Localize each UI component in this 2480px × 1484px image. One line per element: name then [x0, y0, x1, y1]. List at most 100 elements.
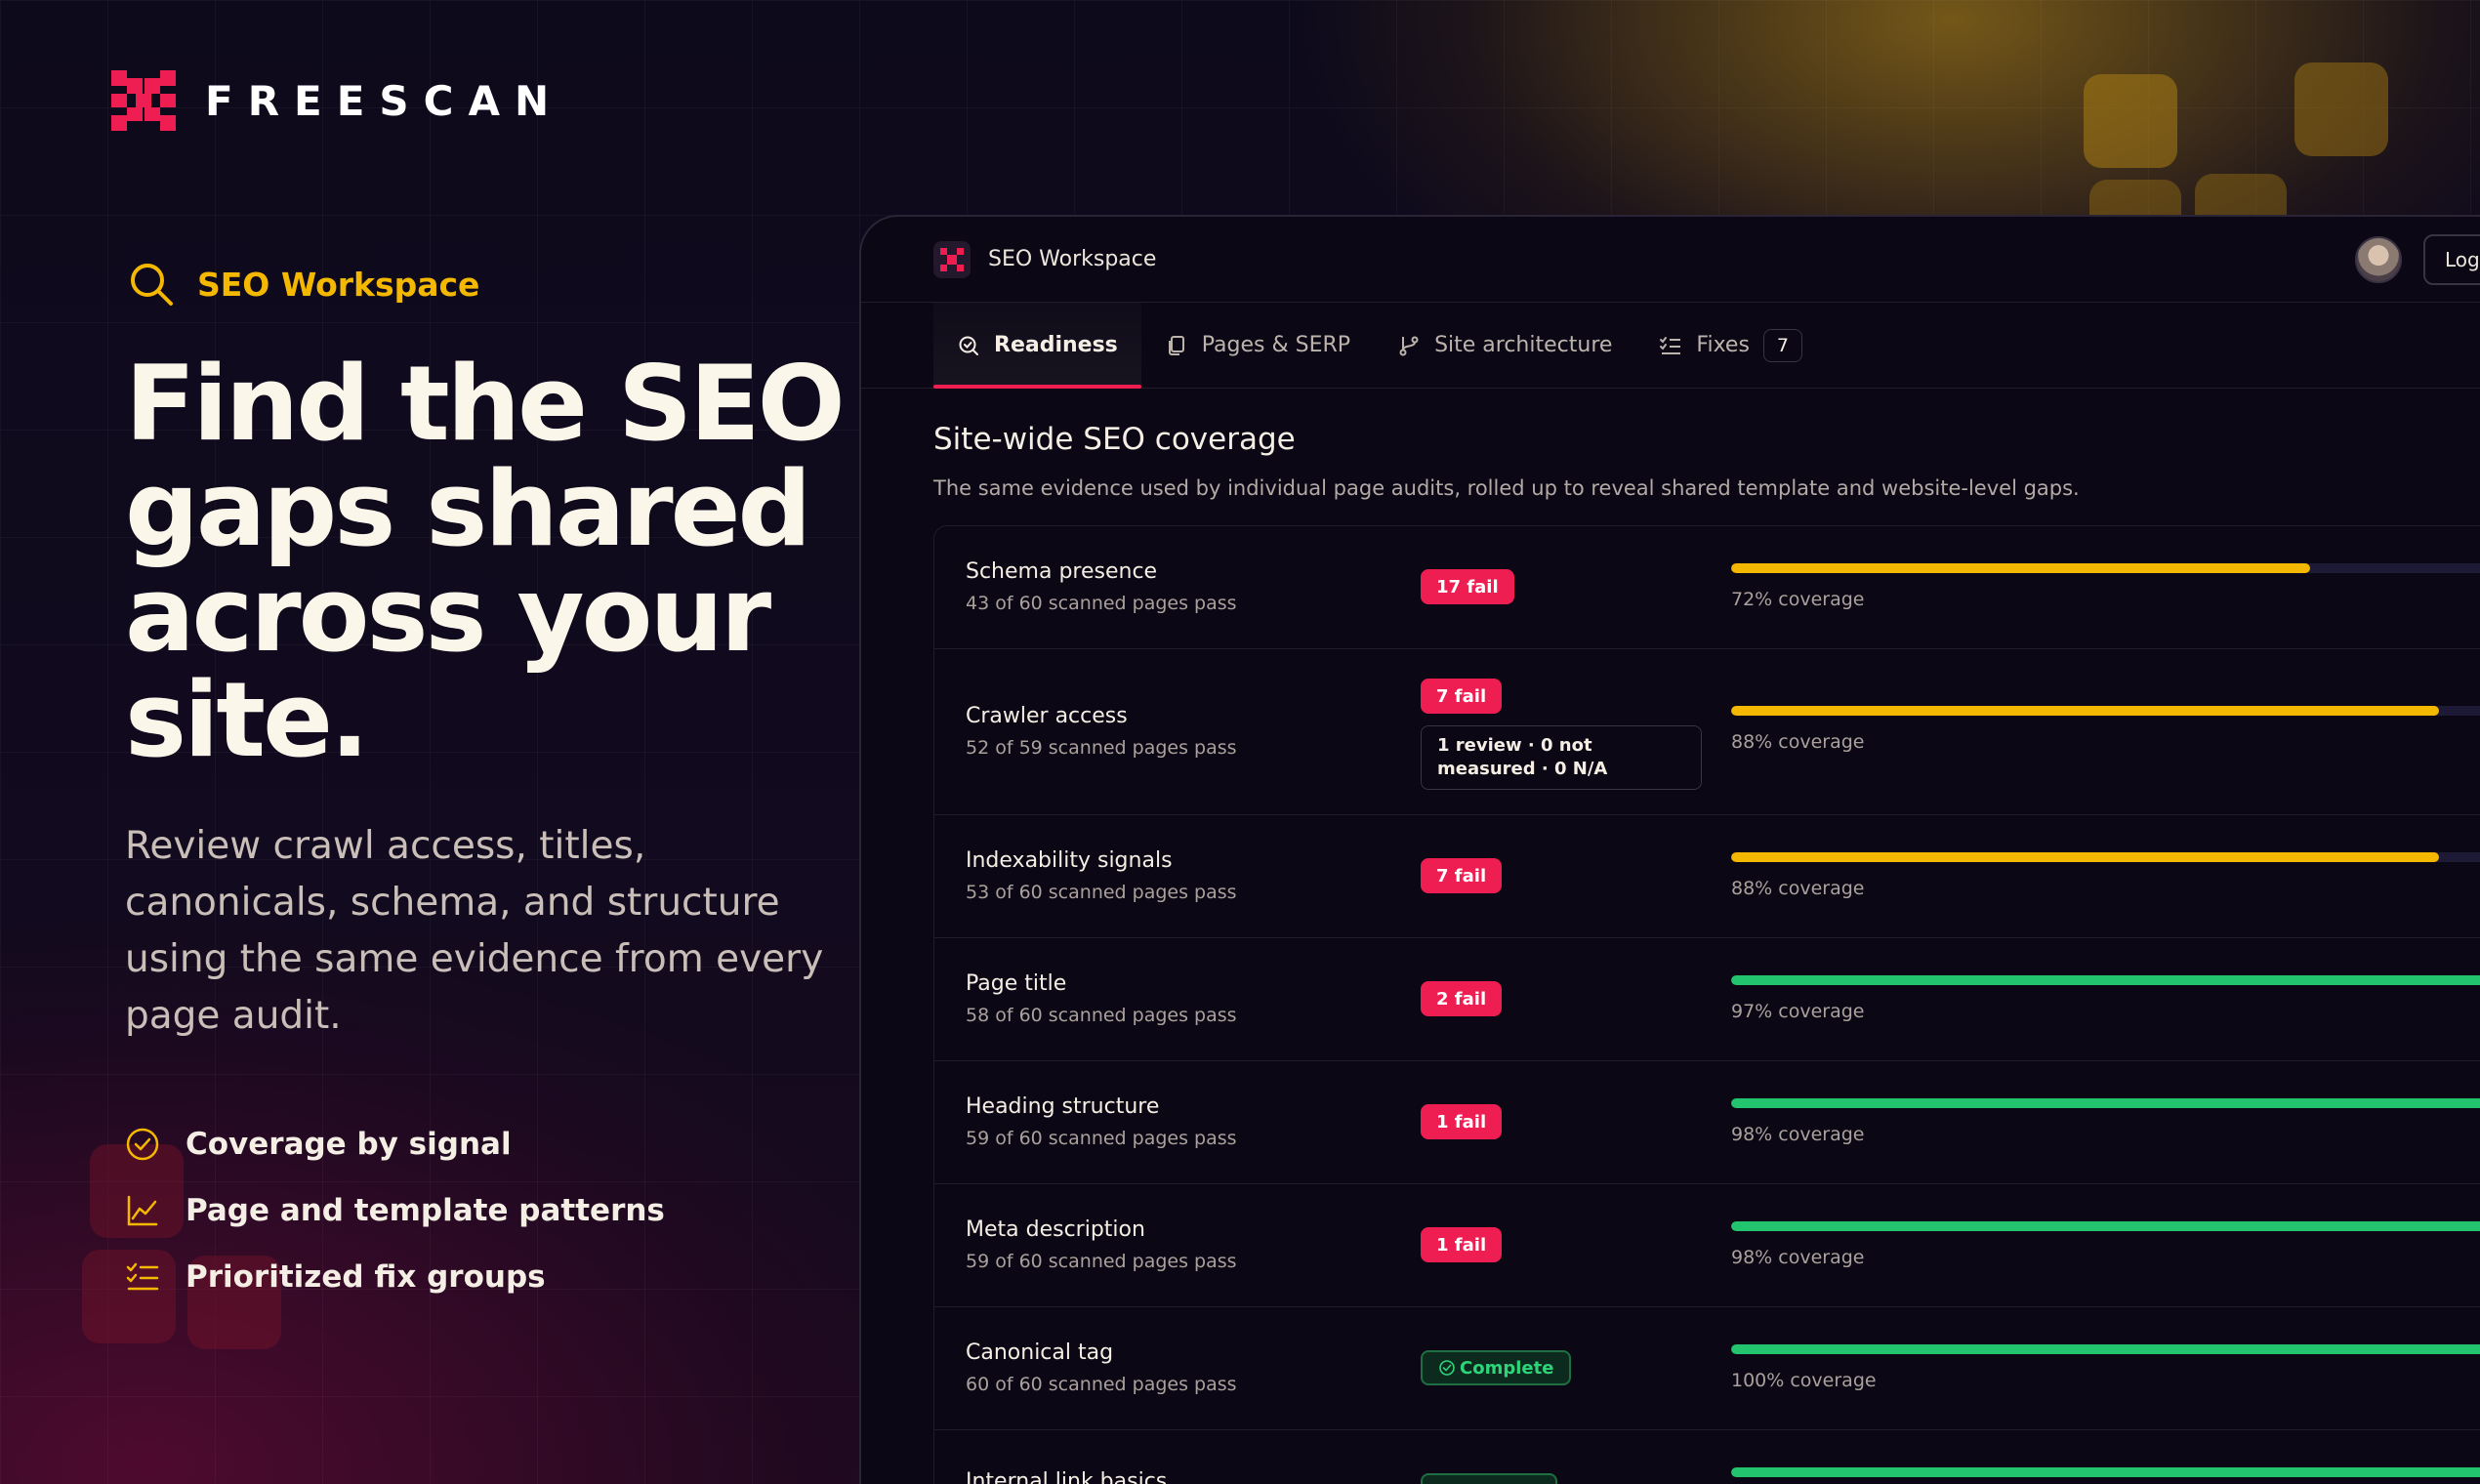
checklist-icon [126, 1262, 159, 1291]
coverage-bar-fill [1731, 852, 2440, 862]
table-row[interactable]: Indexability signals 53 of 60 scanned pa… [934, 815, 2480, 938]
feature-label: Page and template patterns [186, 1193, 665, 1228]
feature-label: Prioritized fix groups [186, 1259, 546, 1295]
section-subtitle: The same evidence used by individual pag… [933, 476, 2080, 500]
signal-name: Internal link basics [966, 1469, 1168, 1484]
coverage-bar-fill [1731, 975, 2480, 985]
decor-tile [2084, 74, 2177, 168]
freescan-logo-icon [111, 70, 176, 131]
signal-meta: 52 of 59 scanned pages pass [966, 737, 1237, 759]
coverage-label: 100% coverage [1731, 1370, 1877, 1391]
coverage-label: 72% coverage [1731, 589, 1865, 610]
coverage-label: 98% coverage [1731, 1124, 1865, 1145]
fail-badge: 2 fail [1421, 981, 1503, 1016]
coverage-bar [1731, 1344, 2480, 1354]
complete-label: Complete [1460, 1357, 1554, 1379]
coverage-bar-fill [1731, 1221, 2480, 1231]
table-row[interactable]: Canonical tag 60 of 60 scanned pages pas… [934, 1307, 2480, 1430]
fail-badge: 7 fail [1421, 679, 1503, 714]
coverage-bar-fill [1731, 563, 2311, 573]
signal-meta: 59 of 60 scanned pages pass [966, 1128, 1237, 1149]
coverage-label: 88% coverage [1731, 731, 1865, 753]
signal-meta: 58 of 60 scanned pages pass [966, 1005, 1237, 1026]
checklist-icon [1660, 336, 1681, 354]
complete-badge [1421, 1473, 1557, 1484]
coverage-bar-fill [1731, 1467, 2480, 1477]
coverage-bar [1731, 706, 2480, 716]
section-title: Site-wide SEO coverage [933, 422, 1296, 457]
tab-label: Site architecture [1434, 333, 1613, 357]
table-row[interactable]: Page title 58 of 60 scanned pages pass 2… [934, 938, 2480, 1061]
signal-name: Crawler access [966, 704, 1128, 728]
fail-badge: 1 fail [1421, 1104, 1503, 1139]
tab-pages-serp[interactable]: Pages & SERP [1141, 303, 1374, 388]
signal-name: Indexability signals [966, 848, 1173, 873]
fail-badge: 7 fail [1421, 858, 1503, 893]
signal-meta: 43 of 60 scanned pages pass [966, 593, 1237, 614]
feature-list: Coverage by signal Page and template pat… [125, 1111, 665, 1310]
coverage-bar [1731, 852, 2480, 862]
check-circle-icon [1439, 1360, 1455, 1376]
coverage-label: 97% coverage [1731, 1001, 1865, 1022]
tab-fixes[interactable]: Fixes 7 [1635, 303, 1826, 388]
hero-subtitle: Review crawl access, titles, canonicals,… [125, 824, 824, 1038]
signal-name: Meta description [966, 1217, 1145, 1242]
trend-chart-icon [127, 1195, 158, 1226]
coverage-label: 98% coverage [1731, 1247, 1865, 1268]
app-tabs: Readiness Pages & SERP Site architecture [861, 303, 2480, 389]
signal-meta: 60 of 60 scanned pages pass [966, 1374, 1237, 1395]
search-icon [131, 264, 173, 306]
coverage-bar [1731, 563, 2480, 573]
pages-icon [1168, 335, 1184, 355]
coverage-bar [1731, 1467, 2480, 1477]
signal-name: Schema presence [966, 559, 1158, 584]
signal-meta: 59 of 60 scanned pages pass [966, 1251, 1237, 1272]
app-window: SEO Workspace Log Readiness Pages & SERP [859, 215, 2480, 1484]
feature-item: Page and template patterns [125, 1177, 665, 1244]
login-button[interactable]: Log [2423, 234, 2480, 285]
table-row[interactable]: Internal link basics [934, 1430, 2480, 1484]
fail-badge: 17 fail [1421, 569, 1514, 604]
feature-item: Prioritized fix groups [125, 1244, 665, 1310]
table-row[interactable]: Crawler access 52 of 59 scanned pages pa… [934, 649, 2480, 815]
coverage-bar [1731, 975, 2480, 985]
readiness-icon [959, 336, 978, 355]
review-note: 1 review · 0 not measured · 0 N/A [1421, 725, 1702, 790]
table-row[interactable]: Heading structure 59 of 60 scanned pages… [934, 1061, 2480, 1184]
table-row[interactable]: Schema presence 43 of 60 scanned pages p… [934, 526, 2480, 649]
coverage-bar [1731, 1221, 2480, 1231]
feature-item: Coverage by signal [125, 1111, 665, 1177]
signal-name: Heading structure [966, 1094, 1160, 1119]
tab-label: Pages & SERP [1201, 333, 1351, 357]
fixes-count-badge: 7 [1762, 328, 1802, 362]
app-logo-icon[interactable] [933, 240, 971, 278]
coverage-bar-fill [1731, 706, 2440, 716]
tab-label: Fixes [1696, 333, 1750, 357]
tab-label: Readiness [994, 333, 1118, 357]
hero-title: Find the SEO gaps shared across your sit… [125, 344, 846, 780]
user-avatar[interactable] [2355, 236, 2402, 283]
table-row[interactable]: Meta description 59 of 60 scanned pages … [934, 1184, 2480, 1307]
check-circle-icon [126, 1128, 159, 1161]
coverage-bar-fill [1731, 1098, 2480, 1108]
workspace-tag: SEO Workspace [127, 260, 479, 309]
app-topbar: SEO Workspace Log [861, 217, 2480, 303]
coverage-table: Schema presence 43 of 60 scanned pages p… [933, 525, 2480, 1484]
signal-name: Canonical tag [966, 1340, 1114, 1365]
coverage-label: 88% coverage [1731, 878, 1865, 899]
coverage-bar-fill [1731, 1344, 2480, 1354]
signal-meta: 53 of 60 scanned pages pass [966, 882, 1237, 903]
branch-icon [1399, 336, 1419, 355]
workspace-tag-label: SEO Workspace [197, 265, 480, 304]
brand-name: FREESCAN [205, 76, 564, 125]
signal-name: Page title [966, 971, 1067, 996]
coverage-section: Site-wide SEO coverage The same evidence… [861, 389, 2480, 1484]
app-title: SEO Workspace [988, 247, 1157, 271]
feature-label: Coverage by signal [186, 1127, 512, 1162]
fail-badge: 1 fail [1421, 1227, 1503, 1262]
brand-logo[interactable]: FREESCAN [111, 70, 563, 131]
tab-readiness[interactable]: Readiness [933, 303, 1141, 389]
decor-tile [2294, 62, 2388, 156]
tab-site-architecture[interactable]: Site architecture [1374, 303, 1635, 388]
coverage-bar [1731, 1098, 2480, 1108]
